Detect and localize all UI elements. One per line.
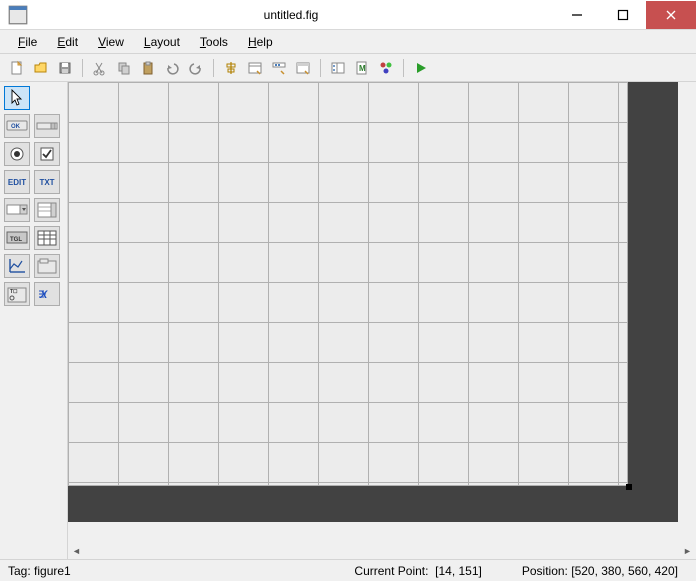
svg-text:TGL: TGL xyxy=(10,237,22,243)
paste-button[interactable] xyxy=(137,57,159,79)
gui-options-button[interactable] xyxy=(375,57,397,79)
status-tag: Tag: figure1 xyxy=(8,564,71,578)
status-bar: Tag: figure1 Current Point: [14, 151] Po… xyxy=(0,559,696,581)
new-file-button[interactable] xyxy=(6,57,28,79)
m-file-editor-button[interactable]: M xyxy=(351,57,373,79)
copy-button[interactable] xyxy=(113,57,135,79)
component-palette: OK EDIT TXT TGL T☐ X xyxy=(0,82,68,559)
edit-text-tool[interactable]: EDIT xyxy=(4,170,30,194)
status-position: Position: [520, 380, 560, 420] xyxy=(522,564,678,578)
status-tag-value: figure1 xyxy=(34,564,71,578)
button-group-tool[interactable]: T☐ xyxy=(4,282,30,306)
scroll-left-arrow[interactable]: ◄ xyxy=(68,542,85,559)
toolbar-separator xyxy=(320,59,321,77)
maximize-button[interactable] xyxy=(600,1,646,29)
redo-button[interactable] xyxy=(185,57,207,79)
window-controls xyxy=(554,1,696,29)
scroll-right-arrow[interactable]: ► xyxy=(679,542,696,559)
toolbar: M xyxy=(0,54,696,82)
menu-view[interactable]: View xyxy=(88,33,134,51)
toolbar-separator xyxy=(82,59,83,77)
run-figure-button[interactable] xyxy=(410,57,432,79)
menu-bar: File Edit View Layout Tools Help xyxy=(0,30,696,54)
table-tool[interactable] xyxy=(34,226,60,250)
main-area: OK EDIT TXT TGL T☐ X xyxy=(0,82,696,559)
svg-text:M: M xyxy=(359,64,366,73)
status-cp-value: [14, 151] xyxy=(435,564,482,578)
toolbar-separator xyxy=(403,59,404,77)
menu-edit[interactable]: Edit xyxy=(47,33,88,51)
slider-tool[interactable] xyxy=(34,114,60,138)
figure-layout-grid[interactable] xyxy=(68,82,628,486)
align-objects-button[interactable] xyxy=(220,57,242,79)
status-current-point: Current Point: [14, 151] xyxy=(354,564,481,578)
cut-button[interactable] xyxy=(89,57,111,79)
resize-handle[interactable] xyxy=(626,484,632,490)
listbox-tool[interactable] xyxy=(34,198,60,222)
push-button-tool[interactable]: OK xyxy=(4,114,30,138)
window-title: untitled.fig xyxy=(28,8,554,22)
app-icon xyxy=(8,5,28,25)
activex-tool[interactable]: X xyxy=(34,282,60,306)
select-tool-button[interactable] xyxy=(4,86,30,110)
panel-tool[interactable] xyxy=(34,254,60,278)
minimize-button[interactable] xyxy=(554,1,600,29)
axes-tool[interactable] xyxy=(4,254,30,278)
horizontal-scrollbar[interactable]: ◄ ► xyxy=(68,542,696,559)
status-pos-label: Position: xyxy=(522,564,568,578)
title-bar: untitled.fig xyxy=(0,0,696,30)
svg-text:OK: OK xyxy=(11,124,21,130)
static-text-tool[interactable]: TXT xyxy=(34,170,60,194)
save-file-button[interactable] xyxy=(54,57,76,79)
popup-menu-tool[interactable] xyxy=(4,198,30,222)
menu-layout[interactable]: Layout xyxy=(134,33,190,51)
status-pos-value: [520, 380, 560, 420] xyxy=(571,564,678,578)
toggle-button-tool[interactable]: TGL xyxy=(4,226,30,250)
svg-text:T☐: T☐ xyxy=(10,289,18,295)
menu-editor-button[interactable] xyxy=(244,57,266,79)
menu-help[interactable]: Help xyxy=(238,33,283,51)
property-inspector-button[interactable] xyxy=(292,57,314,79)
open-file-button[interactable] xyxy=(30,57,52,79)
toolbar-editor-button[interactable] xyxy=(268,57,290,79)
status-cp-label: Current Point: xyxy=(354,564,428,578)
menu-file[interactable]: File xyxy=(8,33,47,51)
check-box-tool[interactable] xyxy=(34,142,60,166)
object-browser-button[interactable] xyxy=(327,57,349,79)
radio-button-tool[interactable] xyxy=(4,142,30,166)
toolbar-separator xyxy=(213,59,214,77)
canvas-area: ◄ ► xyxy=(68,82,696,559)
status-tag-label: Tag: xyxy=(8,564,31,578)
undo-button[interactable] xyxy=(161,57,183,79)
close-button[interactable] xyxy=(646,1,696,29)
menu-tools[interactable]: Tools xyxy=(190,33,238,51)
